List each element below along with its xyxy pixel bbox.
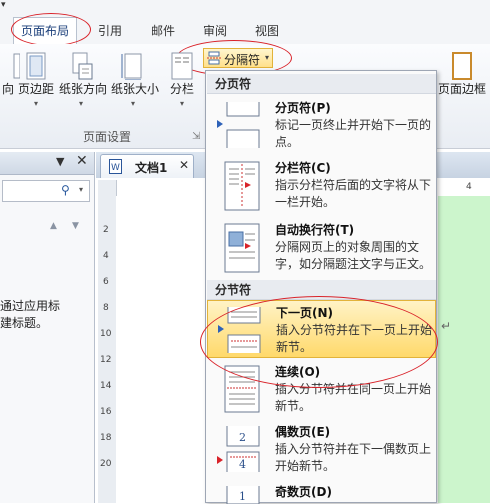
document-tab[interactable]: W 文档1 ✕ — [100, 154, 194, 178]
continuous-section-break-icon — [224, 365, 260, 413]
columns-label: 分栏 — [169, 82, 194, 96]
ruler-mark: 6 — [103, 277, 109, 287]
menu-item-title: 分栏符(C) — [275, 161, 331, 175]
ribbon-tab-bar: ▾ 页面布局 引用 邮件 审阅 视图 — [0, 0, 490, 45]
menu-item-title: 分页符(P) — [275, 101, 331, 115]
menu-item-next-page[interactable]: 下一页(N) 插入分节符并在下一页上开始新节。 — [207, 300, 436, 358]
page-borders-icon — [452, 52, 472, 80]
dialog-launcher-icon[interactable]: ⇲ — [192, 131, 200, 142]
pane-menu-chevron-icon[interactable]: ▼ — [56, 155, 64, 168]
breaks-icon — [207, 51, 221, 65]
document-tab-title: 文档1 — [135, 161, 168, 175]
chevron-down-icon: ▾ — [33, 99, 38, 108]
column-break-icon — [224, 161, 260, 211]
menu-item-desc: 插入分节符并在下一页上开始新节。 — [276, 323, 433, 354]
ruler-mark: 8 — [103, 303, 109, 313]
tab-review[interactable]: 审阅 — [203, 22, 227, 39]
size-label: 纸张大小 — [111, 82, 160, 96]
ruler-mark: 10 — [100, 329, 112, 339]
ruler-mark: 16 — [100, 407, 112, 417]
even-page-section-break-icon: 2 4 — [217, 426, 260, 472]
menu-item-desc: 指示分栏符后面的文字将从下一栏开始。 — [275, 178, 432, 209]
nav-help-text-line1: 通过应用标 — [0, 299, 61, 313]
menu-item-title: 连续(O) — [275, 365, 321, 379]
text-direction-label: 向 — [1, 82, 14, 96]
nav-down-icon[interactable]: ▼ — [72, 221, 79, 231]
odd-page-section-break-icon: 1 — [226, 486, 260, 504]
menu-item-title: 自动换行符(T) — [275, 223, 355, 237]
page-borders-label: 页面边框 — [437, 82, 486, 96]
ruler-mark: 12 — [100, 355, 112, 365]
svg-text:1: 1 — [239, 490, 246, 503]
menu-item-text-wrapping-break[interactable]: 自动换行符(T) 分隔网页上的对象周围的文字，如分隔题注文字与正文。 — [207, 218, 436, 280]
columns-button[interactable]: 分栏 ▾ — [160, 52, 204, 108]
menu-item-desc: 插入分节符并在下一偶数页上开始新节。 — [275, 442, 432, 473]
margins-icon — [26, 52, 46, 80]
word-document-icon: W — [109, 159, 122, 174]
nav-up-icon[interactable]: ▲ — [50, 221, 57, 231]
menu-item-even-page[interactable]: 2 4 偶数页(E) 插入分节符并在下一偶数页上开始新节。 — [207, 420, 436, 478]
ruler-mark: 4 — [466, 182, 472, 192]
ruler-mark: 2 — [103, 225, 109, 235]
svg-text:W: W — [111, 163, 120, 173]
orientation-button[interactable]: 纸张方向 ▾ — [59, 52, 107, 108]
chevron-down-icon[interactable]: ▾ — [79, 185, 83, 194]
paper-size-icon — [121, 53, 142, 80]
chevron-down-icon: ▾ — [130, 99, 135, 108]
menu-item-page-break[interactable]: 分页符(P) 标记一页终止并开始下一页的点。 — [207, 96, 436, 154]
ruler-mark: 20 — [100, 459, 112, 469]
menu-item-desc: 分隔网页上的对象周围的文字，如分隔题注文字与正文。 — [275, 240, 432, 271]
horizontal-ruler[interactable]: 4 — [433, 180, 490, 197]
document-background-area — [438, 196, 490, 503]
ruler-mark: 14 — [100, 381, 112, 391]
breaks-label: 分隔符 — [224, 53, 261, 67]
tab-mailings[interactable]: 邮件 — [151, 22, 175, 39]
tab-references[interactable]: 引用 — [98, 22, 122, 39]
tab-view[interactable]: 视图 — [255, 22, 279, 39]
chevron-down-icon: ▾ — [78, 99, 83, 108]
ruler-mark: 4 — [103, 251, 109, 261]
group-label-page-setup: 页面设置 — [83, 130, 132, 144]
breaks-dropdown-menu: 分页符 分页符(P) 标记一页终止并开始下一页的点。 分栏符(C) 指示分栏符后… — [205, 70, 437, 504]
margins-button[interactable]: 页边距 ▾ — [14, 52, 58, 108]
menu-item-title: 奇数页(D) — [275, 485, 332, 499]
chevron-down-icon: ▾ — [265, 53, 270, 62]
svg-text:4: 4 — [239, 458, 246, 471]
menu-item-column-break[interactable]: 分栏符(C) 指示分栏符后面的文字将从下一栏开始。 — [207, 156, 436, 216]
close-icon[interactable]: ✕ — [76, 153, 88, 169]
section-header-section-breaks: 分节符 — [207, 280, 436, 300]
svg-text:2: 2 — [239, 431, 246, 444]
menu-item-odd-page[interactable]: 1 奇数页(D) — [207, 480, 436, 504]
menu-item-desc: 标记一页终止并开始下一页的点。 — [275, 118, 432, 149]
columns-icon — [171, 52, 193, 80]
margins-label: 页边距 — [17, 82, 54, 96]
section-header-page-breaks: 分页符 — [207, 74, 436, 94]
orientation-icon — [72, 52, 93, 80]
navigation-pane-header: ▼ ✕ — [0, 152, 94, 175]
orientation-label: 纸张方向 — [59, 82, 108, 96]
nav-help-text-line2: 建标题。 — [0, 316, 49, 330]
page-break-icon — [217, 102, 260, 148]
page-borders-button[interactable]: 页面边框 — [436, 52, 488, 97]
close-tab-icon[interactable]: ✕ — [179, 158, 189, 172]
ruler-mark: 18 — [100, 433, 112, 443]
text-wrapping-break-icon — [224, 223, 260, 273]
paragraph-mark-icon: ↵ — [441, 319, 452, 333]
menu-item-continuous[interactable]: 连续(O) 插入分节符并在同一页上开始新节。 — [207, 360, 436, 418]
breaks-button[interactable]: 分隔符 ▾ — [203, 48, 273, 68]
size-button[interactable]: 纸张大小 ▾ — [111, 52, 159, 108]
menu-item-desc: 插入分节符并在同一页上开始新节。 — [275, 382, 432, 413]
menu-item-title: 偶数页(E) — [275, 425, 331, 439]
chevron-down-icon: ▾ — [179, 99, 184, 108]
search-input[interactable]: ⚲ ▾ — [2, 180, 90, 202]
tab-page-layout[interactable]: 页面布局 — [13, 17, 77, 44]
next-page-section-break-icon — [218, 307, 261, 353]
quick-access-chevron-icon[interactable]: ▾ — [1, 0, 6, 10]
menu-item-title: 下一页(N) — [276, 306, 334, 320]
search-icon[interactable]: ⚲ — [61, 183, 70, 197]
